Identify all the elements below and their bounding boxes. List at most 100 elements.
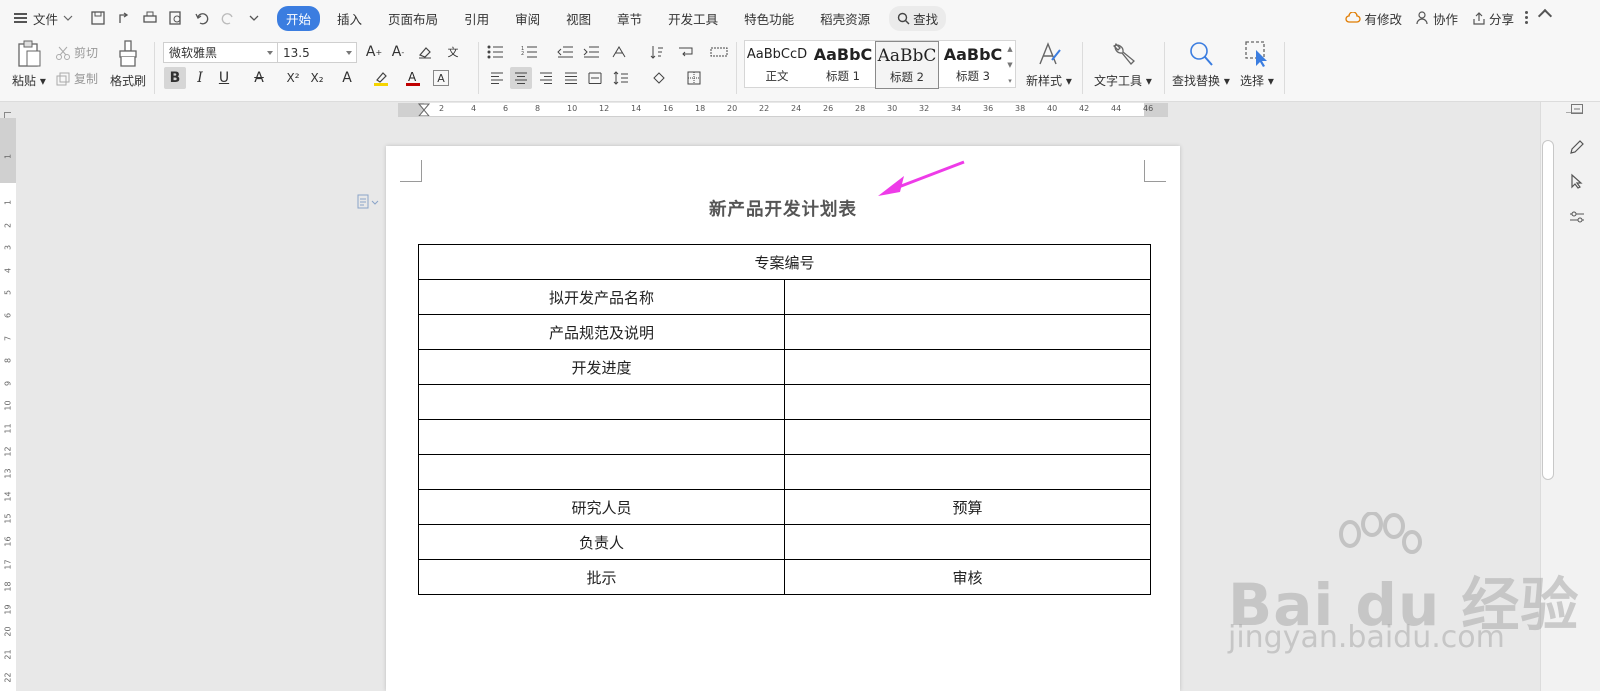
find-search[interactable]: 查找 [889, 5, 947, 31]
table-cell-label[interactable] [418, 384, 785, 420]
font-name-select[interactable]: 微软雅黑 [163, 42, 278, 63]
justify-icon[interactable] [560, 67, 582, 89]
tab-special-features[interactable]: 特色功能 [735, 6, 803, 31]
clear-formatting-icon[interactable] [414, 41, 436, 63]
tab-page-layout[interactable]: 页面布局 [379, 6, 447, 31]
table-cell-label[interactable]: 开发进度 [418, 349, 785, 385]
tab-view[interactable]: 视图 [557, 6, 600, 31]
table-cell-value[interactable] [784, 524, 1151, 560]
style-heading-3[interactable]: AaBbC 标题 3 [941, 41, 1005, 89]
tab-review[interactable]: 审阅 [506, 6, 549, 31]
horizontal-ruler[interactable]: 2 4 6 8 10 12 14 16 18 20 22 24 26 28 30 32 34 36 38 40 42 44… [398, 103, 1168, 117]
borders-icon[interactable] [683, 67, 705, 89]
file-menu[interactable]: 文件 [14, 9, 73, 28]
indent-marker-icon[interactable] [418, 103, 430, 117]
bullet-list-icon[interactable] [484, 41, 506, 63]
text-tools-button[interactable]: 文字工具 ▾ [1094, 40, 1152, 89]
pointer-select-icon[interactable] [1566, 170, 1588, 192]
line-wrap-icon[interactable] [675, 41, 697, 63]
table-cell-label[interactable]: 拟开发产品名称 [418, 279, 785, 315]
increase-font-size-icon[interactable]: A + [363, 41, 385, 63]
decrease-indent-icon[interactable] [554, 41, 576, 63]
font-color-icon[interactable]: A [402, 67, 424, 89]
style-heading-1[interactable]: AaBbC 标题 1 [811, 41, 875, 89]
font-size-select[interactable]: 13.5 [277, 42, 357, 63]
document-structure-icon[interactable] [356, 194, 380, 210]
superscript-icon[interactable]: X² [282, 67, 304, 89]
modified-status[interactable]: 有修改 [1345, 9, 1402, 28]
show-marks-icon[interactable] [708, 41, 730, 63]
cut-button[interactable]: 剪切 [56, 44, 98, 61]
strikethrough-icon[interactable]: A [248, 67, 270, 89]
collapse-ribbon-icon[interactable] [1537, 8, 1553, 24]
table-cell-label[interactable]: 产品规范及说明 [418, 314, 785, 350]
undo-icon[interactable] [194, 10, 210, 26]
table-cell-value[interactable]: 预算 [784, 489, 1151, 525]
underline-icon[interactable]: U [213, 67, 235, 89]
document-title[interactable]: 新产品开发计划表 [386, 196, 1180, 221]
table-cell-value[interactable]: 审核 [784, 559, 1151, 595]
align-left-icon[interactable] [486, 67, 508, 89]
shading-icon[interactable] [648, 67, 670, 89]
bold-icon[interactable]: B [164, 67, 186, 89]
document-page[interactable]: 新产品开发计划表 专案编号 拟开发产品名称 产品规范及说明 开发进度研究人员 预算 负责… [386, 146, 1180, 691]
share-button[interactable]: 分享 [1472, 9, 1514, 28]
style-normal[interactable]: AaBbCcD 正文 [745, 41, 809, 89]
table-cell-label[interactable]: 批示 [418, 559, 785, 595]
settings-sliders-icon[interactable] [1566, 206, 1588, 228]
collaborate-button[interactable]: 协作 [1416, 9, 1458, 28]
table-cell-value[interactable] [784, 279, 1151, 315]
text-effect-icon[interactable]: A [336, 67, 358, 89]
export-icon[interactable] [116, 10, 132, 26]
vertical-scrollbar[interactable] [1542, 140, 1554, 480]
line-spacing-icon[interactable] [610, 67, 632, 89]
text-direction-icon[interactable] [608, 41, 630, 63]
table-cell-label[interactable] [418, 419, 785, 455]
edit-pen-icon[interactable] [1566, 136, 1588, 158]
style-heading-2[interactable]: AaBbC 标题 2 [875, 41, 939, 89]
tab-home[interactable]: 开始 [277, 5, 321, 31]
plan-table[interactable]: 专案编号 拟开发产品名称 产品规范及说明 开发进度研究人员 预算 负责人 批示 审核 [418, 244, 1151, 595]
sort-icon[interactable] [646, 41, 668, 63]
table-cell-label[interactable]: 负责人 [418, 524, 785, 560]
table-cell-value[interactable] [784, 314, 1151, 350]
distribute-icon[interactable] [584, 67, 606, 89]
decrease-font-size-icon[interactable]: A- [387, 41, 409, 63]
table-cell-value[interactable] [784, 419, 1151, 455]
table-cell-label[interactable]: 研究人员 [418, 489, 785, 525]
numbered-list-icon[interactable]: 12 [518, 41, 540, 63]
char-border-icon[interactable]: A [433, 70, 449, 86]
panel-toggle-icon[interactable] [1566, 102, 1588, 116]
vertical-ruler[interactable]: 1 1 2 3 4 5 6 7 8 9 10 11 12 13 14 15 16 17 18 19 20 21 22 [0, 118, 16, 691]
select-button[interactable]: 选择 ▾ [1240, 40, 1274, 89]
highlight-icon[interactable] [370, 67, 392, 89]
table-header-cell[interactable]: 专案编号 [418, 244, 1151, 280]
copy-button[interactable]: 复制 [56, 70, 98, 87]
print-preview-icon[interactable] [168, 10, 184, 26]
paste-button[interactable]: 粘贴 ▾ [12, 40, 46, 89]
more-options-icon[interactable] [1525, 11, 1528, 25]
find-replace-button[interactable]: 查找替换 ▾ [1172, 40, 1230, 89]
increase-indent-icon[interactable] [580, 41, 602, 63]
redo-icon[interactable] [220, 10, 236, 26]
new-style-button[interactable]: 新样式 ▾ [1026, 40, 1072, 89]
align-center-icon[interactable] [510, 67, 532, 89]
tab-references[interactable]: 引用 [455, 6, 498, 31]
italic-icon[interactable]: I [189, 67, 211, 89]
table-cell-value[interactable] [784, 454, 1151, 490]
print-icon[interactable] [142, 10, 158, 26]
subscript-icon[interactable]: X₂ [306, 67, 328, 89]
tab-insert[interactable]: 插入 [328, 6, 371, 31]
styles-scroll[interactable]: ▲ ▼ ▾ [1005, 41, 1015, 89]
table-cell-value[interactable] [784, 384, 1151, 420]
phonetic-guide-icon[interactable]: 文 [442, 41, 464, 63]
table-cell-label[interactable] [418, 454, 785, 490]
customize-toolbar-icon[interactable] [246, 10, 262, 26]
table-cell-value[interactable] [784, 349, 1151, 385]
save-icon[interactable] [90, 10, 106, 26]
format-painter-button[interactable]: 格式刷 [110, 40, 146, 89]
tab-developer[interactable]: 开发工具 [659, 6, 727, 31]
tab-docer-resources[interactable]: 稻壳资源 [811, 6, 879, 31]
align-right-icon[interactable] [535, 67, 557, 89]
tab-section[interactable]: 章节 [608, 6, 651, 31]
